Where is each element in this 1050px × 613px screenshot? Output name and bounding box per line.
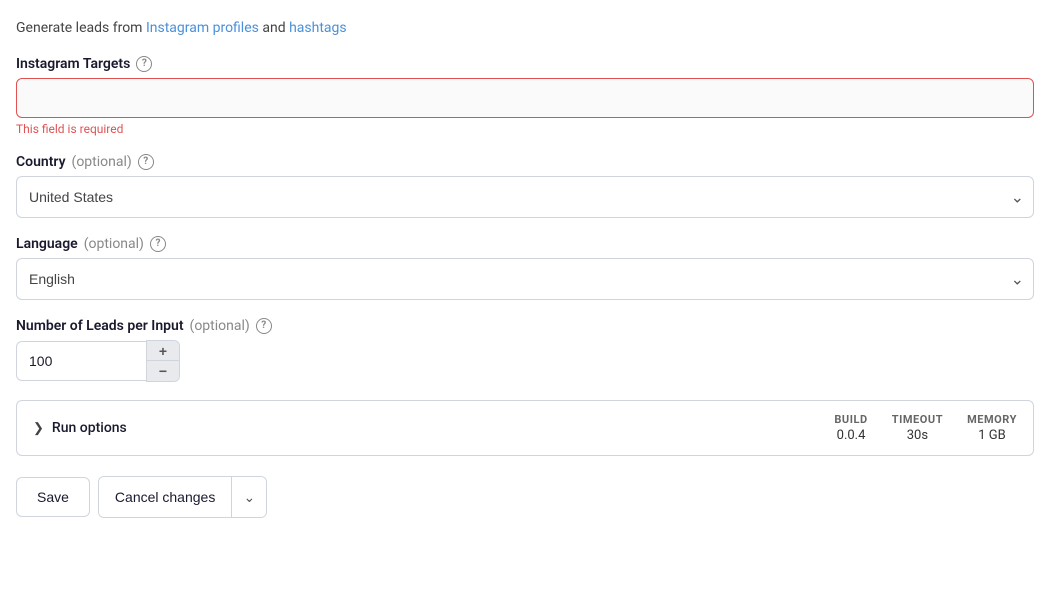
build-info: BUILD 0.0.4	[834, 413, 867, 443]
save-button[interactable]: Save	[16, 477, 90, 517]
action-bar: Save Cancel changes ⌄	[16, 476, 1034, 518]
language-select-wrapper: English Spanish French German Portuguese…	[16, 258, 1034, 300]
build-value: 0.0.4	[834, 428, 867, 443]
language-label: Language (optional) ?	[16, 236, 1034, 252]
cancel-button[interactable]: Cancel changes	[99, 477, 232, 517]
instagram-targets-group: Instagram Targets ? This field is requir…	[16, 56, 1034, 136]
increment-button[interactable]: +	[147, 341, 179, 361]
country-label: Country (optional) ?	[16, 154, 1034, 170]
memory-value: 1 GB	[967, 428, 1017, 443]
leads-per-input-help-icon[interactable]: ?	[256, 318, 272, 334]
page-description: Generate leads from Instagram profiles a…	[16, 20, 1034, 36]
cancel-chevron-button[interactable]: ⌄	[232, 477, 266, 517]
run-options-bar: ❯ Run options BUILD 0.0.4 TIMEOUT 30s ME…	[16, 400, 1034, 456]
cancel-chevron-icon: ⌄	[243, 489, 255, 506]
leads-per-input-stepper: + −	[16, 340, 1034, 382]
run-options-toggle[interactable]: ❯ Run options	[33, 420, 127, 436]
leads-per-input-field[interactable]	[16, 341, 146, 381]
country-help-icon[interactable]: ?	[138, 154, 154, 170]
leads-per-input-label: Number of Leads per Input (optional) ?	[16, 318, 1034, 334]
timeout-info: TIMEOUT 30s	[892, 413, 943, 443]
instagram-targets-label: Instagram Targets ?	[16, 56, 1034, 72]
run-options-chevron-icon: ❯	[33, 421, 44, 436]
hashtags-link[interactable]: hashtags	[289, 20, 347, 36]
timeout-label: TIMEOUT	[892, 413, 943, 426]
memory-label: MEMORY	[967, 413, 1017, 426]
build-label: BUILD	[834, 413, 867, 426]
run-options-meta: BUILD 0.0.4 TIMEOUT 30s MEMORY 1 GB	[834, 413, 1017, 443]
stepper-buttons: + −	[146, 340, 180, 382]
language-group: Language (optional) ? English Spanish Fr…	[16, 236, 1034, 300]
run-options-label: Run options	[52, 420, 127, 436]
leads-per-input-group: Number of Leads per Input (optional) ? +…	[16, 318, 1034, 382]
decrement-button[interactable]: −	[147, 361, 179, 381]
country-select-wrapper: United States Canada United Kingdom Aust…	[16, 176, 1034, 218]
instagram-targets-input[interactable]	[16, 78, 1034, 118]
instagram-targets-help-icon[interactable]: ?	[136, 56, 152, 72]
instagram-targets-error: This field is required	[16, 122, 1034, 136]
language-help-icon[interactable]: ?	[150, 236, 166, 252]
timeout-value: 30s	[892, 428, 943, 443]
language-select[interactable]: English Spanish French German Portuguese…	[16, 258, 1034, 300]
instagram-profiles-link[interactable]: Instagram profiles	[146, 20, 259, 36]
country-group: Country (optional) ? United States Canad…	[16, 154, 1034, 218]
country-select[interactable]: United States Canada United Kingdom Aust…	[16, 176, 1034, 218]
cancel-group: Cancel changes ⌄	[98, 476, 267, 518]
memory-info: MEMORY 1 GB	[967, 413, 1017, 443]
